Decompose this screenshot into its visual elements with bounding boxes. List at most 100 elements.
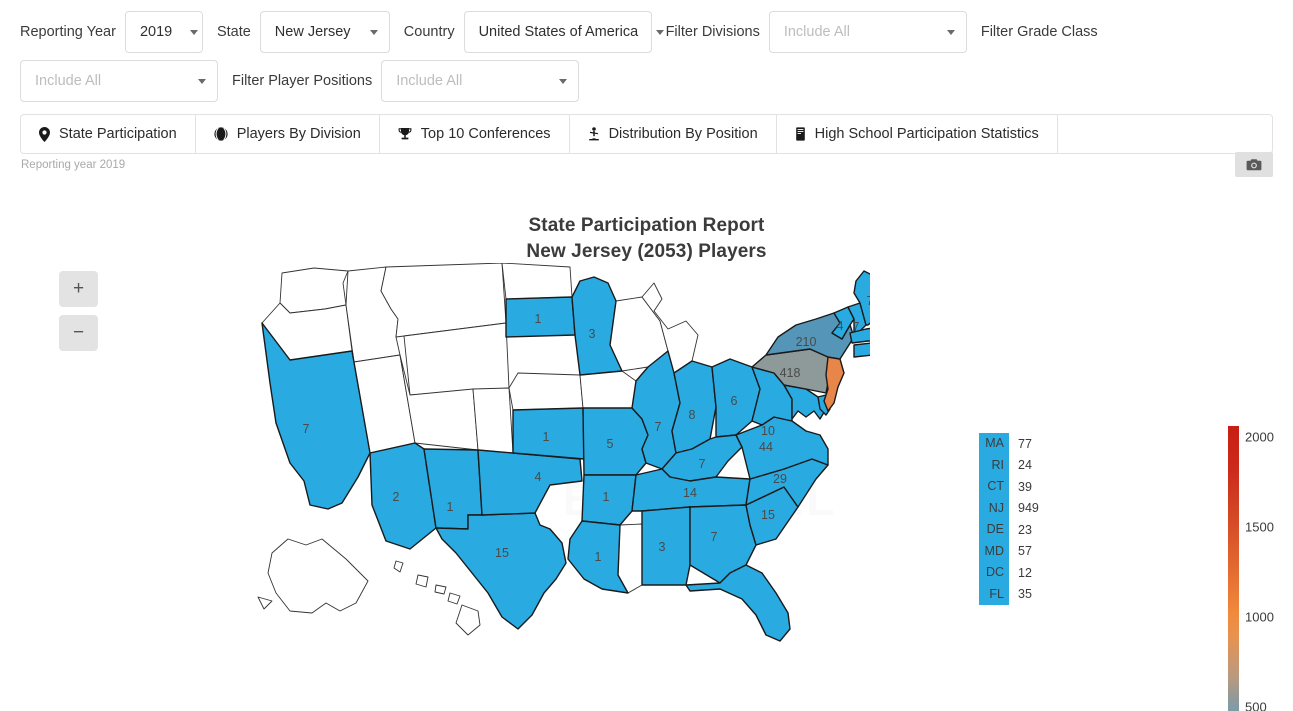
legend-state-value: 949	[1018, 501, 1039, 516]
state-WY[interactable]	[403, 322, 510, 396]
filter-player-positions-select[interactable]: Include All	[381, 60, 580, 102]
colorbar-gradient	[1228, 426, 1239, 711]
legend-row[interactable]: RI 24	[979, 454, 1039, 476]
reporting-year-select[interactable]: 2019	[124, 11, 203, 53]
state-label-OH: 6	[731, 394, 738, 408]
camera-icon[interactable]	[1235, 152, 1273, 177]
state-label-IN: 8	[689, 408, 696, 422]
legend-state-value: 23	[1018, 522, 1032, 537]
colorbar-tick: 2000	[1245, 429, 1274, 445]
state-NJ[interactable]	[823, 356, 845, 412]
legend-state-value: 39	[1018, 479, 1032, 494]
state-label-LA: 1	[595, 550, 602, 564]
legend-row[interactable]: DC 12	[979, 562, 1039, 584]
state-label-ME: 7	[867, 294, 870, 308]
state-IA[interactable]	[579, 370, 637, 409]
state-label-VA: 44	[759, 440, 773, 454]
state-HI1[interactable]	[393, 560, 404, 573]
state-HI2[interactable]	[415, 574, 429, 588]
tab-state-participation[interactable]: State Participation	[21, 115, 196, 153]
country-select[interactable]: United States of America	[463, 11, 665, 53]
state-label-MO: 5	[607, 437, 614, 451]
tab-label: State Participation	[59, 126, 177, 142]
legend-state-value: 57	[1018, 544, 1032, 559]
filter-divisions-label: Filter Divisions	[665, 24, 760, 40]
filter-divisions-value: Include All	[783, 24, 850, 40]
state-AK[interactable]	[267, 538, 369, 614]
legend-row[interactable]: FL 35	[979, 583, 1039, 605]
colorbar: 2000 1500 1000 500 0	[1228, 426, 1290, 711]
state-select[interactable]: New Jersey	[259, 11, 390, 53]
chevron-down-icon	[656, 29, 665, 35]
state-label: State	[216, 24, 251, 40]
country-value: United States of America	[478, 24, 639, 40]
state-NE[interactable]	[508, 372, 584, 411]
state-label-WV: 10	[761, 424, 775, 438]
tab-bar: State Participation Players By Division …	[20, 114, 1273, 154]
legend-state-abbr: MA	[979, 433, 1009, 455]
legend-row[interactable]: DE 23	[979, 519, 1039, 541]
legend-state-value: 24	[1018, 458, 1032, 473]
legend-row[interactable]: MD 57	[979, 540, 1039, 562]
tab-distribution-by-position[interactable]: Distribution By Position	[570, 115, 777, 153]
state-TX[interactable]	[435, 512, 567, 630]
filter-grade-class-select[interactable]: Include All	[20, 60, 218, 102]
filter-grade-class-value: Include All	[35, 73, 102, 89]
state-label-SC: 15	[761, 508, 775, 522]
reporting-year-value: 2019	[139, 24, 173, 40]
filter-divisions-select[interactable]: Include All	[768, 11, 967, 53]
state-value: New Jersey	[274, 24, 351, 40]
state-CT[interactable]	[853, 342, 874, 358]
state-MO[interactable]	[582, 407, 649, 476]
state-AL[interactable]	[641, 506, 691, 586]
book-icon	[795, 127, 806, 141]
legend-row[interactable]: NJ 949	[979, 497, 1039, 519]
filter-bar-row-2: Include All Filter Player Positions Incl…	[20, 59, 1273, 103]
legend-state-value: 12	[1018, 565, 1032, 580]
state-label-NC: 29	[773, 472, 787, 486]
tab-top-10-conferences[interactable]: Top 10 Conferences	[380, 115, 570, 153]
state-ND[interactable]	[501, 262, 573, 300]
sub-header-row: Reporting year 2019	[0, 152, 1293, 183]
zoom-out-button[interactable]: −	[59, 315, 98, 351]
map-pin-icon	[39, 126, 50, 142]
filter-grade-class-label: Filter Grade Class	[980, 24, 1098, 40]
legend-row[interactable]: CT 39	[979, 476, 1039, 498]
legend-state-abbr: FL	[979, 583, 1009, 605]
state-label-NM: 1	[447, 500, 454, 514]
legend-row[interactable]: MA 77	[979, 433, 1039, 455]
reporting-year-label: Reporting Year	[20, 24, 116, 40]
state-HI3[interactable]	[434, 584, 447, 595]
legend-state-abbr: MD	[979, 540, 1009, 562]
country-label: Country	[403, 24, 455, 40]
chart-area: State Participation Report New Jersey (2…	[0, 183, 1293, 711]
state-label-CA: 7	[303, 422, 310, 436]
tab-label: Players By Division	[236, 126, 361, 142]
state-CO[interactable]	[472, 387, 514, 454]
colorbar-tick: 1000	[1245, 609, 1274, 625]
tab-high-school-participation-statistics[interactable]: High School Participation Statistics	[777, 115, 1058, 153]
zoom-in-button[interactable]: +	[59, 271, 98, 307]
batter-icon	[588, 126, 600, 142]
map-zoom-controls: + −	[59, 271, 98, 351]
filter-player-positions-label: Filter Player Positions	[232, 73, 373, 89]
state-label-AZ: 2	[393, 490, 400, 504]
state-label-MN: 3	[589, 327, 596, 341]
colorbar-tick: 1500	[1245, 519, 1274, 535]
state-FL[interactable]	[685, 564, 791, 642]
us-choropleth-map[interactable]: 7 2 1 15 4 1 1 3 5 1 1 7 8 6 7 14 3 7 15…	[250, 262, 889, 663]
state-HI4[interactable]	[447, 592, 461, 605]
chevron-down-icon	[198, 78, 206, 84]
tab-players-by-division[interactable]: Players By Division	[196, 115, 380, 153]
state-AK-isl[interactable]	[257, 596, 273, 610]
tab-label: High School Participation Statistics	[814, 126, 1039, 142]
state-OK[interactable]	[477, 449, 583, 516]
state-label-KS: 1	[543, 430, 550, 444]
state-HI5[interactable]	[455, 604, 481, 636]
state-label-TX: 15	[495, 546, 509, 560]
legend-state-abbr: NJ	[979, 497, 1009, 519]
state-label-IL: 7	[655, 420, 662, 434]
map-svg[interactable]: 7 2 1 15 4 1 1 3 5 1 1 7 8 6 7 14 3 7 15…	[250, 262, 889, 663]
trophy-icon	[398, 127, 412, 141]
chevron-down-icon	[559, 78, 568, 84]
